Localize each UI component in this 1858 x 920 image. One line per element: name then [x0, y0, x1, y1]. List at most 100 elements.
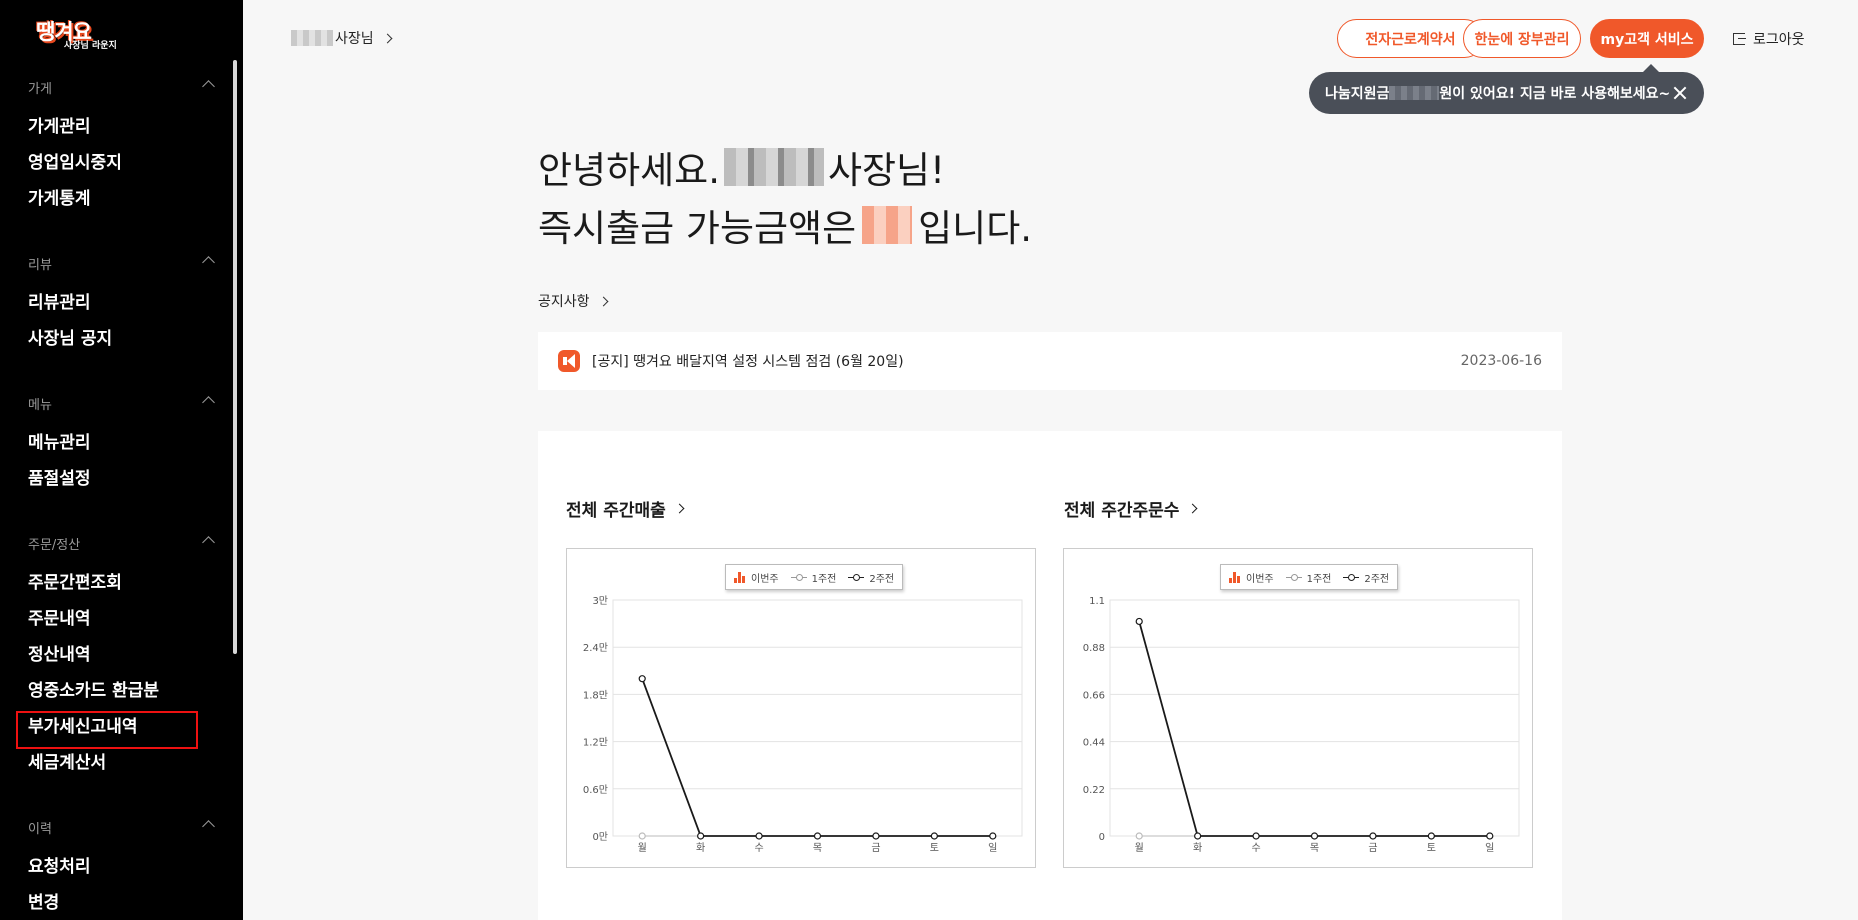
sidebar-section-header[interactable]: 이력 [0, 814, 243, 838]
data-point [989, 832, 997, 840]
data-point [1310, 832, 1319, 840]
notice-title: [공지] 땡겨요 배달지역 설정 시스템 점검 (6월 20일) [592, 354, 904, 370]
legend-item-this-week[interactable]: 이번주 [1229, 570, 1274, 585]
legend-item-this-week[interactable]: 이번주 [734, 570, 779, 585]
x-tick-label: 일 [1485, 842, 1494, 854]
sidebar-item-store-stats[interactable]: 가게통계 [28, 188, 91, 210]
data-point [697, 832, 705, 840]
chart-title-label: 전체 주간주문수 [1064, 501, 1180, 521]
owner-name-link[interactable]: 사장님 [291, 28, 393, 48]
sidebar-scrollbar[interactable] [233, 60, 237, 654]
sidebar-item-order-history[interactable]: 주문내역 [28, 608, 91, 630]
sidebar-section-review: 리뷰 [0, 250, 243, 274]
sidebar-section-history: 이력 [0, 814, 243, 838]
x-tick-label: 수 [1251, 842, 1260, 854]
greeting-prefix: 안녕하세요. [538, 149, 720, 192]
line-marker-icon [1343, 573, 1360, 581]
chart-svg: 0 0.22 0.44 0.66 0.88 1.1 월 화 수 목 금 토 일 [1083, 596, 1520, 854]
sidebar-item-owner-notice[interactable]: 사장님 공지 [28, 328, 112, 350]
bar-chart-icon [1229, 571, 1241, 583]
legend-label: 1주전 [1306, 573, 1332, 585]
tooltip-suffix: 원이 있어요! 지금 바로 사용해보세요~ [1439, 86, 1671, 102]
chevron-up-icon [202, 256, 215, 269]
legend-label: 2주전 [869, 573, 895, 585]
weekly-sales-title-link[interactable]: 전체 주간매출 [566, 496, 685, 521]
x-tick-label: 목 [813, 842, 822, 854]
x-tick-label: 월 [638, 842, 647, 854]
legend-item-1-week-ago[interactable]: 1주전 [1285, 570, 1332, 585]
sidebar-section-header[interactable]: 주문/정산 [0, 530, 243, 554]
chevron-right-icon [382, 33, 393, 43]
ledger-button[interactable]: 한눈에 장부관리 [1463, 19, 1581, 58]
y-tick-label: 1.8만 [583, 689, 608, 701]
data-point [1427, 832, 1435, 840]
logo[interactable]: 땡겨요 사장님 라운지 [36, 16, 136, 52]
notice-link[interactable]: 공지사항 [538, 291, 608, 311]
weekly-sales-chart: 0만 0.6만 1.2만 1.8만 2.4만 3만 월 화 수 목 금 토 일 이번주 1주전 2주전 [566, 548, 1036, 868]
x-tick-label: 화 [696, 842, 705, 854]
logout-label: 로그아웃 [1753, 32, 1805, 48]
data-point [930, 832, 938, 840]
withdraw-suffix: 입니다. [918, 207, 1033, 250]
sidebar-section-header[interactable]: 리뷰 [0, 250, 243, 274]
legend-item-2-weeks-ago[interactable]: 2주전 [1343, 570, 1389, 585]
sidebar-item-quick-order[interactable]: 주문간편조회 [28, 572, 122, 594]
close-icon[interactable] [1672, 85, 1688, 101]
legend-label: 이번주 [1246, 573, 1274, 585]
sidebar-section-header[interactable]: 가게 [0, 74, 243, 98]
notice-card[interactable]: [공지] 땡겨요 배달지역 설정 시스템 점검 (6월 20일) 2023-06… [538, 332, 1562, 390]
sidebar-item-card-refund[interactable]: 영중소카드 환급분 [28, 680, 159, 702]
owner-suffix: 사장님 [335, 31, 374, 47]
sidebar-item-menu-manage[interactable]: 메뉴관리 [28, 432, 91, 454]
sidebar-item-change[interactable]: 변경 [28, 892, 59, 914]
sidebar-item-request[interactable]: 요청처리 [28, 856, 91, 878]
sidebar-item-store-manage[interactable]: 가게관리 [28, 116, 91, 138]
sidebar-item-tax-invoice[interactable]: 세금계산서 [28, 752, 106, 774]
data-point [872, 832, 880, 840]
legend-item-1-week-ago[interactable]: 1주전 [790, 570, 837, 585]
sidebar-section-store: 가게 [0, 74, 243, 98]
selection-highlight-box [16, 711, 198, 749]
chart-legend: 이번주 1주전 2주전 [725, 564, 904, 590]
weekly-orders-title-link[interactable]: 전체 주간주문수 [1064, 496, 1198, 521]
logout-icon [1733, 33, 1746, 45]
plot-frame [1109, 599, 1520, 837]
legend-item-2-weeks-ago[interactable]: 2주전 [848, 570, 894, 585]
y-tick-label: 0.22 [1083, 785, 1105, 796]
line-marker-icon [790, 573, 807, 581]
sidebar-section-label: 리뷰 [28, 258, 52, 273]
logout-button[interactable]: 로그아웃 [1733, 29, 1805, 49]
series-line [1138, 621, 1490, 837]
plot-frame [612, 599, 1023, 837]
x-tick-label: 금 [871, 842, 880, 854]
sidebar-section-label: 가게 [28, 82, 52, 97]
y-tick-label: 0 [1099, 832, 1105, 843]
y-tick-label: 0.44 [1083, 738, 1105, 749]
sidebar: 땡겨요 사장님 라운지 가게 가게관리 영업임시중지 가게통계 리뷰 리뷰관리 … [0, 0, 243, 920]
sidebar-item-soldout-setting[interactable]: 품절설정 [28, 468, 91, 490]
sidebar-item-review-manage[interactable]: 리뷰관리 [28, 292, 91, 314]
data-point [1252, 832, 1260, 840]
sidebar-item-settlement[interactable]: 정산내역 [28, 644, 91, 666]
data-point [638, 675, 646, 683]
sidebar-section-label: 주문/정산 [28, 538, 81, 553]
my-customer-service-button[interactable]: my고객 서비스 [1590, 19, 1704, 58]
tooltip-prefix: 나눔지원금 [1325, 86, 1390, 102]
sidebar-section-header[interactable]: 메뉴 [0, 390, 243, 414]
x-tick-label: 화 [1193, 842, 1202, 854]
megaphone-icon [558, 350, 580, 372]
redacted-owner-name [291, 30, 333, 46]
x-tick-label: 금 [1368, 842, 1377, 854]
sidebar-section-order: 주문/정산 [0, 530, 243, 554]
data-point [813, 832, 822, 840]
x-tick-label: 월 [1135, 842, 1144, 854]
labor-contract-button[interactable]: 전자근로계약서 [1337, 19, 1484, 58]
support-fund-tooltip: 나눔지원금 원이 있어요! 지금 바로 사용해보세요~ [1309, 64, 1704, 114]
legend-label: 1주전 [811, 573, 837, 585]
x-tick-label: 수 [754, 842, 763, 854]
x-tick-label: 목 [1310, 842, 1319, 854]
data-point [1369, 832, 1377, 840]
y-tick-label: 2.4만 [583, 642, 608, 654]
chart-title-label: 전체 주간매출 [566, 501, 666, 521]
sidebar-item-pause-business[interactable]: 영업임시중지 [28, 152, 122, 174]
